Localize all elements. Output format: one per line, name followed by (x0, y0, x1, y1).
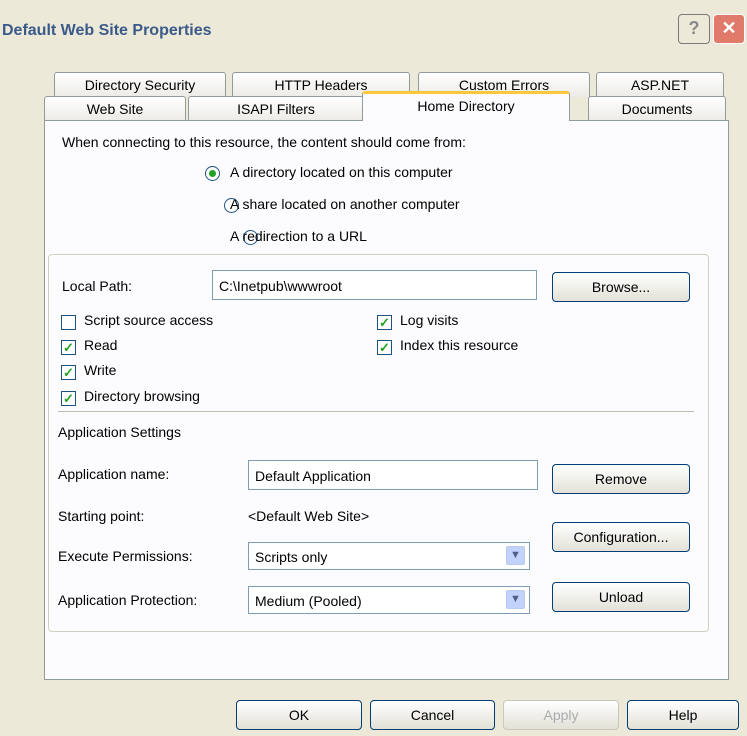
radio-local-directory-label: A directory located on this computer (230, 164, 453, 180)
index-resource-label: Index this resource (400, 337, 519, 353)
execute-permissions-select[interactable]: Scripts only ▼ (248, 542, 530, 570)
separator (58, 411, 694, 412)
close-button[interactable]: ✕ (713, 14, 745, 44)
application-protection-select[interactable]: Medium (Pooled) ▼ (248, 586, 530, 614)
tab-home-directory[interactable]: Home Directory (362, 91, 570, 121)
script-source-label: Script source access (84, 312, 214, 328)
log-visits-checkbox[interactable]: ✓ (377, 315, 392, 330)
index-resource-checkbox[interactable]: ✓ (377, 340, 392, 355)
app-name-field[interactable]: Default Application (248, 460, 538, 490)
execute-permissions-value: Scripts only (255, 549, 328, 565)
starting-point-label: Starting point: (58, 508, 145, 524)
configuration-button[interactable]: Configuration... (552, 522, 690, 552)
apply-button[interactable]: Apply (503, 700, 619, 730)
tab-asp-net[interactable]: ASP.NET (596, 72, 724, 97)
tab-directory-security[interactable]: Directory Security (54, 72, 226, 97)
read-checkbox[interactable]: ✓ (61, 340, 76, 355)
ok-button[interactable]: OK (236, 700, 362, 730)
settings-group (48, 254, 709, 632)
application-settings-header: Application Settings (58, 424, 181, 440)
read-label: Read (84, 337, 118, 353)
execute-permissions-label: Execute Permissions: (58, 548, 193, 564)
help-dialog-button[interactable]: Help (627, 700, 739, 730)
application-protection-label: Application Protection: (58, 592, 198, 608)
write-checkbox[interactable]: ✓ (61, 365, 76, 380)
window-title: Default Web Site Properties (2, 22, 212, 39)
radio-redirection-label: A redirection to a URL (230, 228, 367, 244)
cancel-button[interactable]: Cancel (370, 700, 495, 730)
local-path-label: Local Path: (62, 278, 133, 294)
local-path-field[interactable]: C:\Inetpub\wwwroot (212, 270, 537, 300)
tab-isapi-filters[interactable]: ISAPI Filters (188, 96, 364, 121)
radio-local-directory[interactable] (205, 166, 220, 181)
write-label: Write (84, 362, 117, 378)
radio-share-label: A share located on another computer (230, 196, 460, 212)
log-visits-label: Log visits (400, 312, 459, 328)
unload-button[interactable]: Unload (552, 582, 690, 612)
directory-browsing-label: Directory browsing (84, 388, 200, 404)
starting-point-value: <Default Web Site> (248, 508, 370, 524)
remove-button[interactable]: Remove (552, 464, 690, 494)
chevron-down-icon[interactable]: ▼ (506, 590, 525, 609)
application-protection-value: Medium (Pooled) (255, 593, 362, 609)
directory-browsing-checkbox[interactable]: ✓ (61, 391, 76, 406)
app-name-label: Application name: (58, 466, 170, 482)
help-button[interactable]: ? (678, 14, 710, 44)
tab-documents[interactable]: Documents (588, 96, 726, 121)
script-source-checkbox[interactable] (61, 315, 76, 330)
content-source-prompt: When connecting to this resource, the co… (62, 134, 466, 150)
browse-button[interactable]: Browse... (552, 272, 690, 302)
tab-web-site[interactable]: Web Site (44, 96, 186, 121)
chevron-down-icon[interactable]: ▼ (506, 546, 525, 565)
